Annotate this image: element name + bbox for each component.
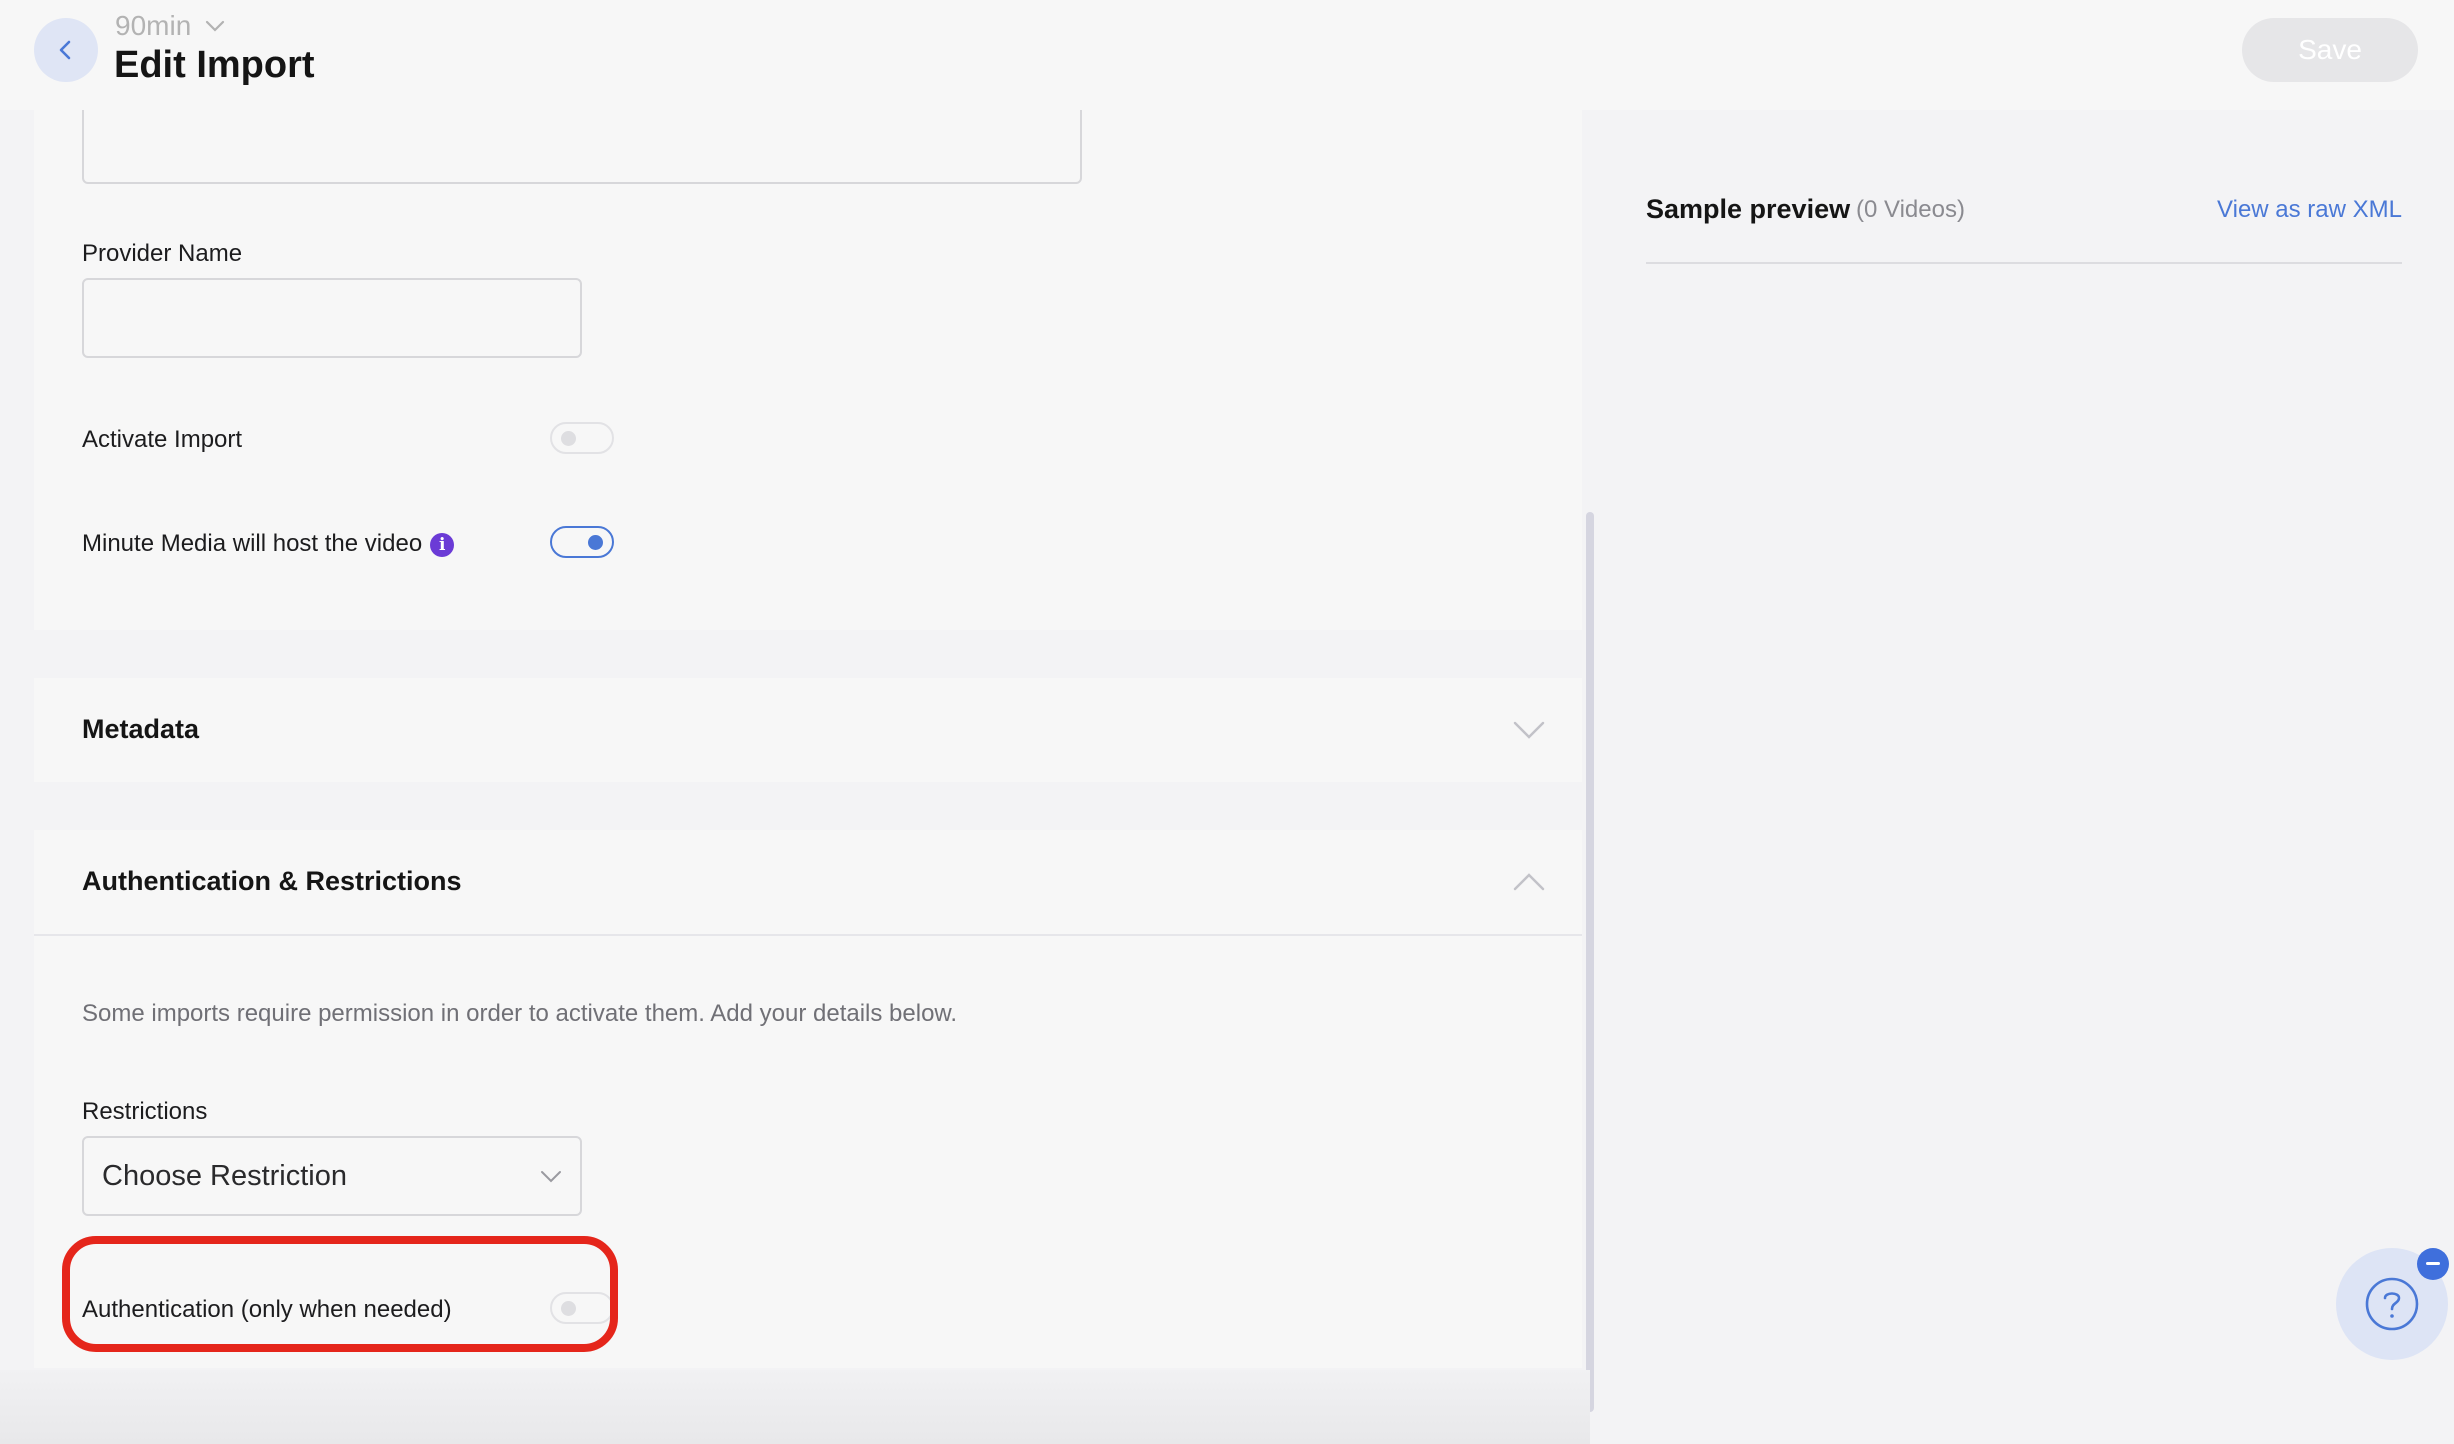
minimize-help-button[interactable] (2417, 1248, 2449, 1280)
context-label: 90min (115, 10, 192, 41)
provider-name-label: Provider Name (82, 240, 243, 267)
host-video-row: Minute Media will host the video i (82, 530, 455, 558)
host-video-toggle[interactable] (550, 526, 614, 558)
top-header: 90min Edit Import Save (0, 0, 2454, 110)
chevron-down-icon (541, 1170, 561, 1182)
chevron-down-icon[interactable] (1512, 720, 1546, 740)
back-button[interactable] (34, 18, 98, 82)
activate-import-toggle[interactable] (550, 422, 614, 454)
auth-title: Authentication & Restrictions (82, 866, 462, 896)
general-settings-card: Provider Name Activate Import Minute Med… (34, 80, 1582, 630)
chevron-left-icon (59, 40, 71, 60)
provider-name-input[interactable] (82, 278, 582, 358)
metadata-title: Metadata (82, 714, 200, 744)
host-video-label: Minute Media will host the video (82, 530, 423, 557)
minus-icon (2426, 1262, 2440, 1265)
preview-count: (0 Videos) (1856, 196, 1965, 223)
preview-divider (1646, 262, 2402, 264)
preview-panel: Sample preview (0 Videos) View as raw XM… (1598, 110, 2454, 1444)
context-selector[interactable]: 90min (115, 10, 225, 42)
help-icon (2365, 1277, 2419, 1331)
activate-import-label: Activate Import (82, 426, 243, 453)
info-icon[interactable]: i (430, 532, 455, 557)
scrollbar[interactable] (1586, 512, 1594, 1412)
authentication-section: Authentication & Restrictions Some impor… (34, 830, 1582, 1368)
restrictions-label: Restrictions (82, 1098, 208, 1125)
bottom-edge (0, 1370, 1590, 1444)
highlight-annotation (62, 1236, 618, 1352)
save-button[interactable]: Save (2242, 18, 2418, 82)
page-title: Edit Import (114, 44, 315, 86)
view-raw-xml-link[interactable]: View as raw XML (2217, 196, 2402, 224)
section-divider (34, 934, 1582, 936)
restrictions-select[interactable]: Choose Restriction (82, 1136, 582, 1216)
toggle-knob (561, 431, 576, 446)
restrictions-value: Choose Restriction (102, 1159, 347, 1192)
preview-title: Sample preview (1646, 194, 1851, 224)
chevron-down-icon (206, 20, 225, 32)
auth-description: Some imports require permission in order… (82, 1000, 958, 1027)
metadata-section[interactable]: Metadata (34, 678, 1582, 782)
toggle-knob (588, 535, 603, 550)
chevron-up-icon[interactable] (1512, 872, 1546, 892)
form-area: Provider Name Activate Import Minute Med… (0, 80, 1582, 1444)
